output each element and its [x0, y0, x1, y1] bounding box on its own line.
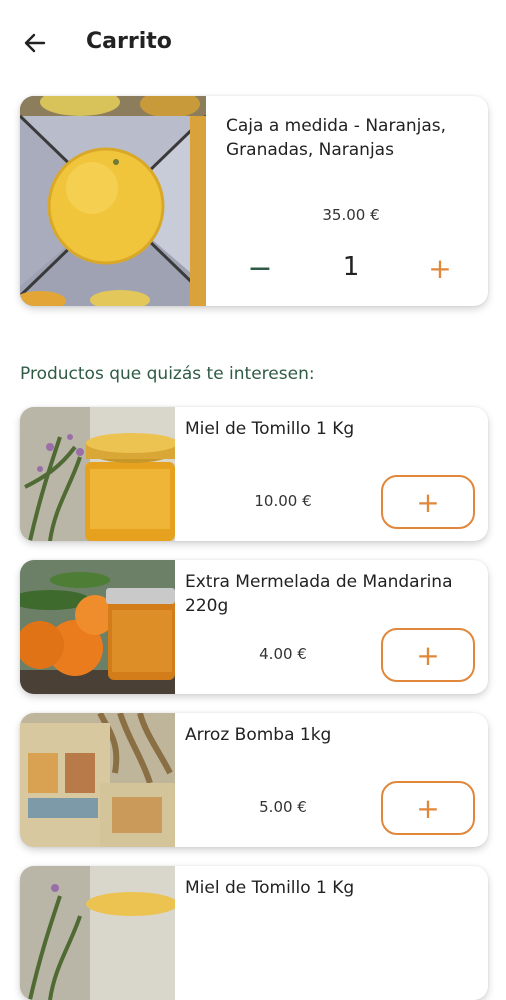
product-name: Miel de Tomillo 1 Kg — [185, 419, 355, 439]
increase-quantity-button[interactable]: + — [420, 248, 460, 288]
cart-item-card: Caja a medida - Naranjas, Granadas, Nara… — [20, 96, 488, 306]
product-image — [20, 407, 175, 541]
product-name: Extra Mermelada de Mandarina 220g — [185, 572, 453, 616]
quantity-stepper: − 1 + — [226, 248, 476, 288]
cart-item-price: 35.00 € — [322, 206, 380, 224]
suggested-product-card: Miel de Tomillo 1 Kg 10.00 € + — [20, 407, 488, 541]
cart-item-name: Caja a medida - Naranjas, Granadas, Nara… — [226, 116, 447, 160]
add-to-cart-button[interactable]: + — [381, 628, 475, 682]
back-button[interactable] — [18, 26, 52, 60]
suggested-product-card: Arroz Bomba 1kg 5.00 € + — [20, 713, 488, 847]
product-name: Miel de Tomillo 1 Kg — [185, 878, 355, 898]
product-price: 5.00 € — [259, 798, 307, 816]
product-image — [20, 560, 175, 694]
page-title: Carrito — [86, 29, 172, 54]
quantity-value: 1 — [342, 252, 360, 282]
add-to-cart-button[interactable]: + — [381, 781, 475, 835]
product-price: 4.00 € — [259, 645, 307, 663]
add-to-cart-button[interactable]: + — [381, 475, 475, 529]
suggested-product-card: Extra Mermelada de Mandarina 220g 4.00 €… — [20, 560, 488, 694]
cart-item-image — [20, 96, 206, 306]
decrease-quantity-button[interactable]: − — [240, 248, 280, 288]
product-price: 10.00 € — [254, 492, 312, 510]
product-image — [20, 713, 175, 847]
arrow-left-icon — [24, 33, 46, 53]
suggestions-title: Productos que quizás te interesen: — [20, 364, 315, 384]
app-header: Carrito — [0, 0, 506, 86]
product-name: Arroz Bomba 1kg — [185, 725, 332, 745]
suggested-product-card: Miel de Tomillo 1 Kg — [20, 866, 488, 1000]
product-image — [20, 866, 175, 1000]
